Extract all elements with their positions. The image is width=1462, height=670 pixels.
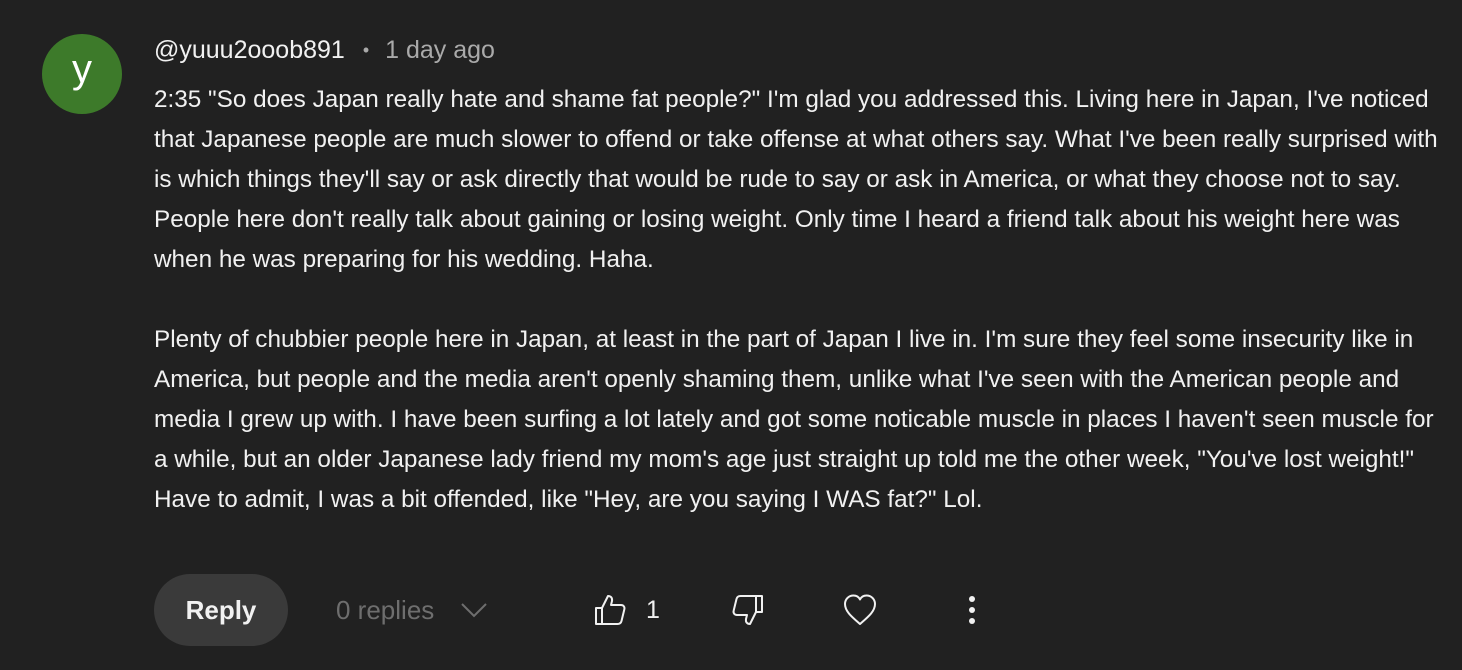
avatar-letter: y	[72, 47, 92, 91]
comment-body: 2:35 "So does Japan really hate and sham…	[154, 80, 1444, 520]
reply-button[interactable]: Reply	[154, 574, 288, 646]
comment-paragraph: Plenty of chubbier people here in Japan,…	[154, 326, 1434, 513]
dislike-button[interactable]	[730, 592, 766, 628]
replies-label: 0 replies	[336, 594, 435, 625]
chevron-down-icon	[461, 603, 487, 618]
avatar[interactable]: y	[42, 34, 122, 114]
like-button[interactable]	[592, 592, 628, 628]
comment-actions: Reply 0 replies 1	[154, 574, 1444, 646]
more-options-button[interactable]	[954, 592, 990, 628]
more-vertical-icon	[969, 596, 975, 624]
comment-header: @yuuu2ooob891 • 1 day ago	[154, 32, 495, 68]
heart-button[interactable]	[842, 592, 878, 628]
comment-paragraph: 2:35 "So does Japan really hate and sham…	[154, 86, 1438, 273]
comment: y @yuuu2ooob891 • 1 day ago 2:35 "So doe…	[0, 0, 1462, 670]
heart-icon	[844, 594, 876, 625]
replies-toggle[interactable]: 0 replies	[336, 574, 488, 646]
username[interactable]: @yuuu2ooob891	[154, 36, 345, 65]
like-count: 1	[646, 596, 660, 624]
thumbs-up-icon	[595, 595, 626, 625]
thumbs-down-icon	[732, 595, 763, 625]
timestamp[interactable]: 1 day ago	[385, 36, 495, 65]
separator-dot: •	[362, 39, 370, 60]
